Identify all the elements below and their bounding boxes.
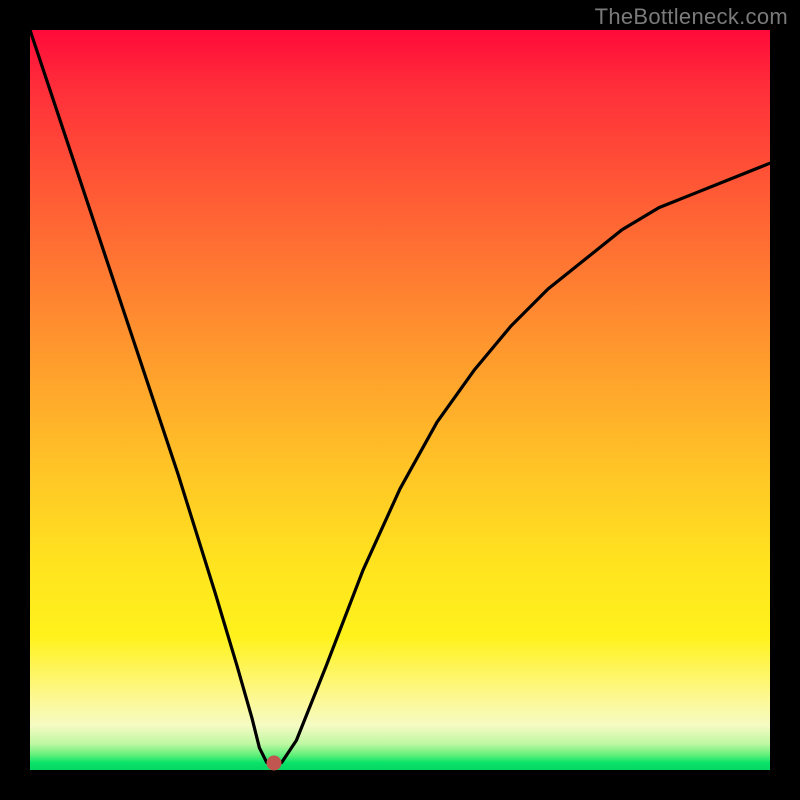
watermark-text: TheBottleneck.com xyxy=(595,4,788,30)
chart-frame: TheBottleneck.com xyxy=(0,0,800,800)
optimal-point-marker xyxy=(267,755,282,770)
plot-area xyxy=(30,30,770,770)
bottleneck-curve xyxy=(30,30,770,770)
